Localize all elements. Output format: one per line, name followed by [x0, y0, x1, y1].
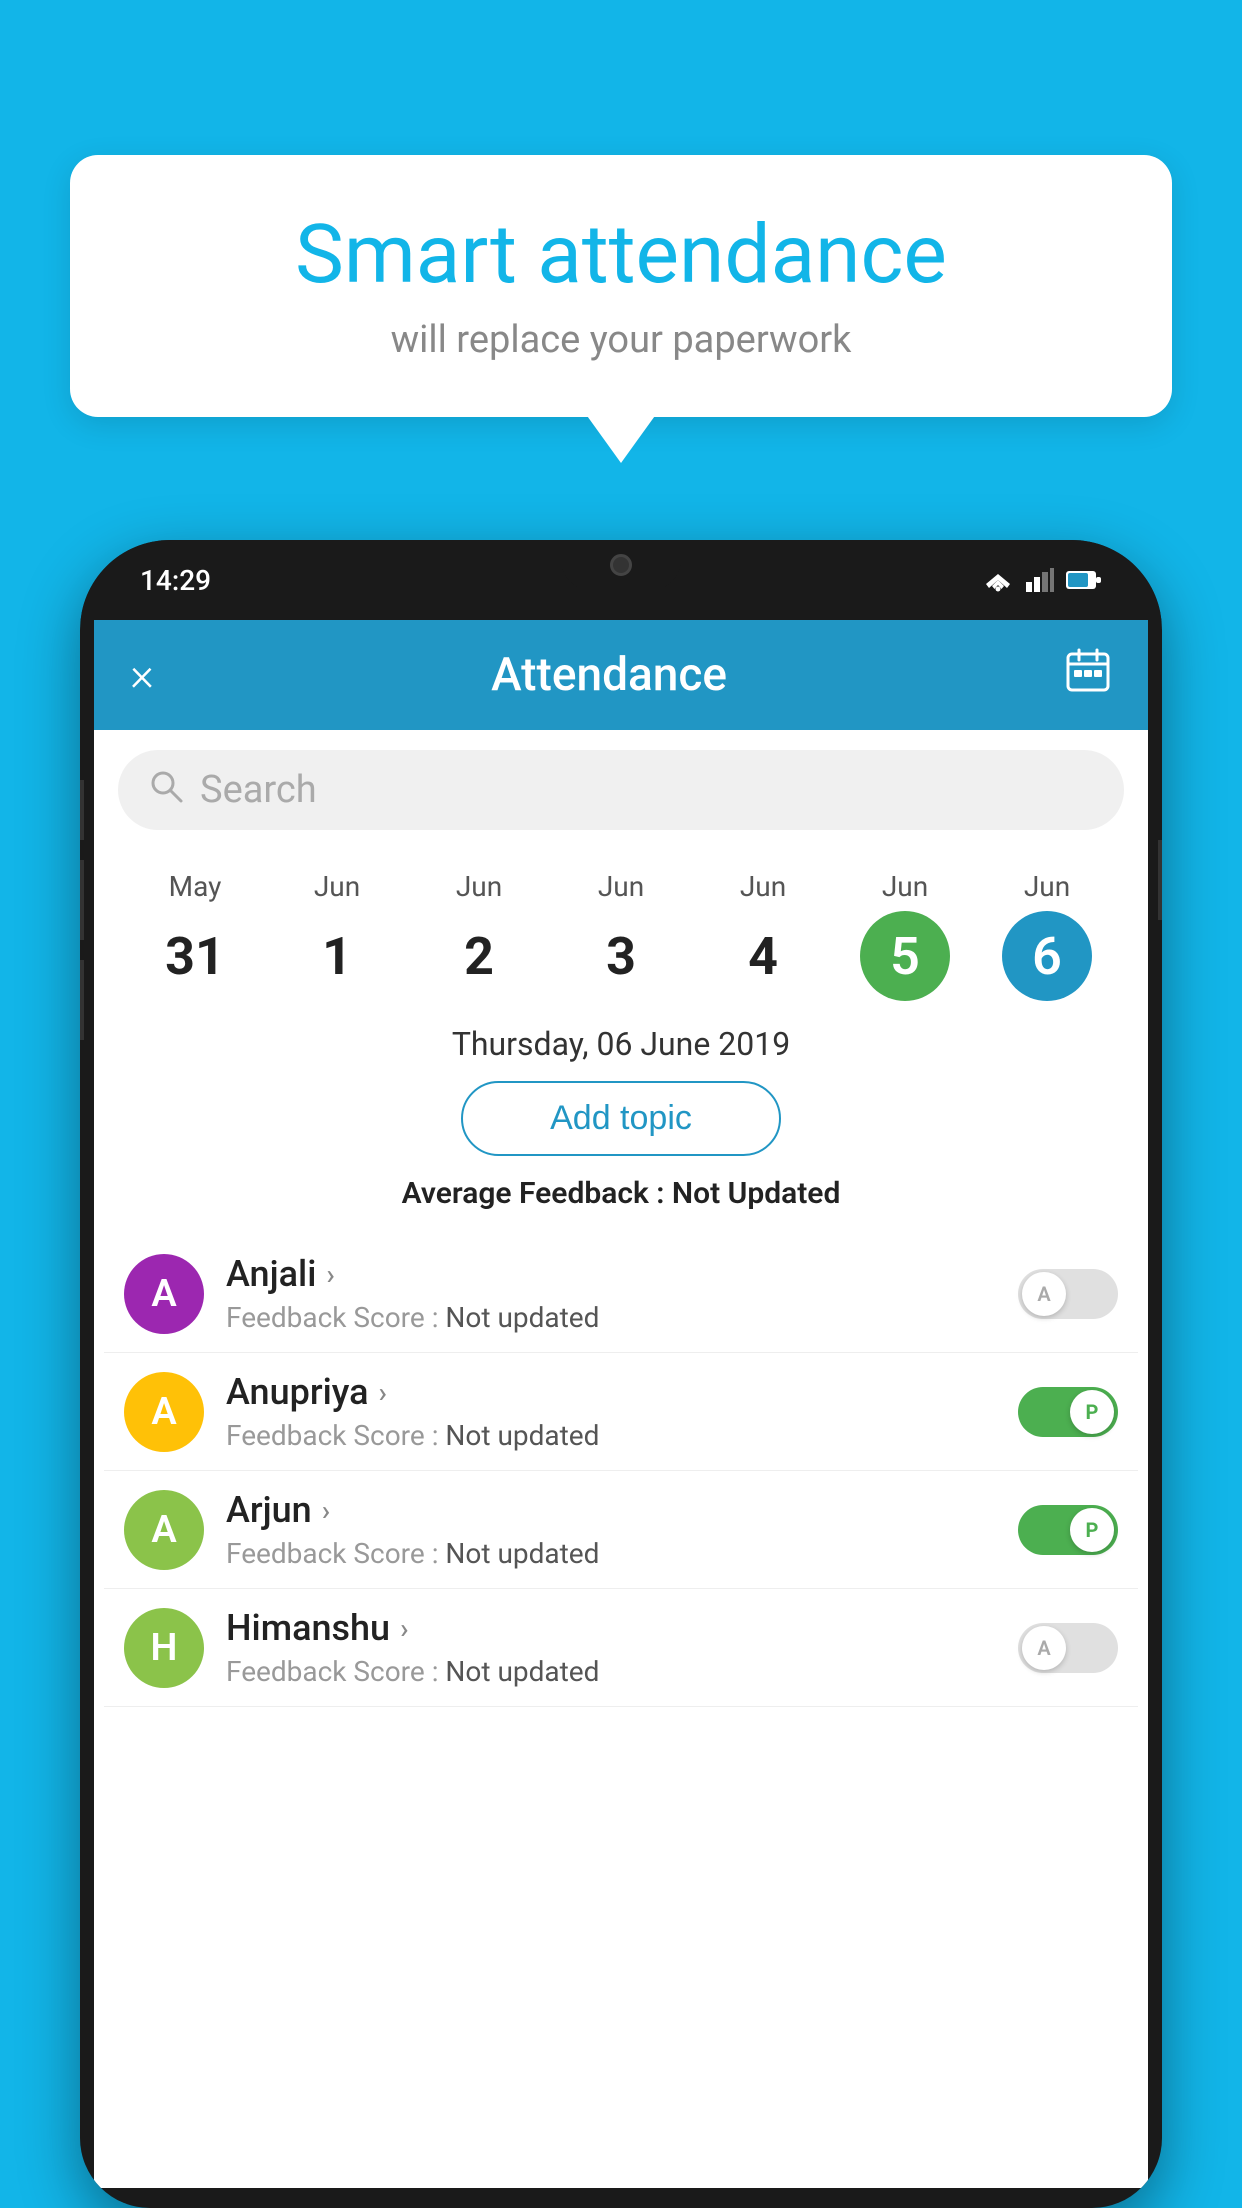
toggle-switch[interactable]: P	[1018, 1505, 1118, 1555]
cal-month-label: Jun	[314, 870, 360, 903]
toggle-knob: A	[1022, 1626, 1066, 1670]
avatar: A	[124, 1254, 204, 1334]
status-bar: 14:29	[80, 540, 1162, 620]
status-icons	[982, 568, 1102, 592]
student-info: Arjun › Feedback Score : Not updated	[226, 1489, 996, 1570]
student-item[interactable]: A Anupriya › Feedback Score : Not updated P	[104, 1353, 1138, 1471]
signal-icon	[1026, 568, 1054, 592]
student-name[interactable]: Anjali ›	[226, 1253, 996, 1295]
average-feedback: Average Feedback : Not Updated	[94, 1176, 1148, 1211]
speech-bubble: Smart attendance will replace your paper…	[70, 155, 1172, 417]
phone-screen: × Attendance	[94, 620, 1148, 2188]
student-list: AAnjali ›Feedback Score : Not updatedAAA…	[94, 1235, 1148, 1707]
cal-month-label: Jun	[598, 870, 644, 903]
bubble-subtitle: will replace your paperwork	[130, 318, 1112, 362]
student-info: Himanshu › Feedback Score : Not updated	[226, 1607, 996, 1688]
student-feedback: Feedback Score : Not updated	[226, 1655, 996, 1688]
header-title: Attendance	[491, 648, 727, 702]
toggle-knob: P	[1070, 1390, 1114, 1434]
add-topic-button[interactable]: Add topic	[461, 1081, 781, 1156]
calendar-day-item[interactable]: Jun 5	[834, 870, 976, 1001]
chevron-right-icon: ›	[400, 1612, 408, 1645]
attendance-toggle[interactable]: P	[1018, 1505, 1118, 1555]
cal-month-label: May	[169, 870, 222, 903]
cal-month-label: Jun	[1024, 870, 1070, 903]
student-name[interactable]: Anupriya ›	[226, 1371, 996, 1413]
cal-day-number: 3	[576, 911, 666, 1001]
student-item[interactable]: A Anjali › Feedback Score : Not updated A	[104, 1235, 1138, 1353]
search-icon	[148, 768, 184, 813]
volume-down-button[interactable]	[80, 960, 84, 1040]
attendance-toggle[interactable]: A	[1018, 1269, 1118, 1319]
bubble-title: Smart attendance	[130, 210, 1112, 300]
cal-day-number: 2	[434, 911, 524, 1001]
cal-day-number: 4	[718, 911, 808, 1001]
chevron-right-icon: ›	[379, 1376, 387, 1409]
avatar: A	[124, 1490, 204, 1570]
calendar-day-item[interactable]: Jun 3	[550, 870, 692, 1001]
front-camera	[610, 554, 632, 576]
toggle-switch[interactable]: A	[1018, 1269, 1118, 1319]
chevron-right-icon: ›	[326, 1258, 334, 1291]
avatar: A	[124, 1372, 204, 1452]
avg-feedback-value: Not Updated	[672, 1176, 840, 1211]
calendar-day-item[interactable]: Jun 1	[266, 870, 408, 1001]
calendar-day-item[interactable]: Jun 2	[408, 870, 550, 1001]
calendar-strip: May 31 Jun 1 Jun 2 Jun 3 Jun 4 Jun 5 Jun 6	[94, 850, 1148, 1011]
student-item[interactable]: A Arjun › Feedback Score : Not updated P	[104, 1471, 1138, 1589]
phone-frame: 14:29	[80, 540, 1162, 2208]
toggle-knob: A	[1022, 1272, 1066, 1316]
student-info: Anupriya › Feedback Score : Not updated	[226, 1371, 996, 1452]
volume-up-button[interactable]	[80, 860, 84, 940]
app-header: × Attendance	[94, 620, 1148, 730]
attendance-toggle[interactable]: P	[1018, 1387, 1118, 1437]
wifi-icon	[982, 568, 1014, 592]
mute-button[interactable]	[80, 780, 84, 840]
cal-day-number: 5	[860, 911, 950, 1001]
chevron-right-icon: ›	[322, 1494, 330, 1527]
attendance-toggle[interactable]: A	[1018, 1623, 1118, 1673]
calendar-icon[interactable]	[1064, 646, 1112, 704]
search-bar[interactable]: Search	[118, 750, 1124, 830]
student-name[interactable]: Himanshu ›	[226, 1607, 996, 1649]
search-input[interactable]: Search	[200, 768, 317, 812]
calendar-day-item[interactable]: Jun 6	[976, 870, 1118, 1001]
cal-day-number: 1	[292, 911, 382, 1001]
cal-day-number: 31	[150, 911, 240, 1001]
toggle-switch[interactable]: A	[1018, 1623, 1118, 1673]
avatar: H	[124, 1608, 204, 1688]
avg-feedback-label: Average Feedback :	[402, 1176, 672, 1211]
toggle-knob: P	[1070, 1508, 1114, 1552]
student-info: Anjali › Feedback Score : Not updated	[226, 1253, 996, 1334]
cal-month-label: Jun	[456, 870, 502, 903]
student-item[interactable]: H Himanshu › Feedback Score : Not updated A	[104, 1589, 1138, 1707]
selected-date: Thursday, 06 June 2019	[94, 1025, 1148, 1063]
cal-day-number: 6	[1002, 911, 1092, 1001]
status-time: 14:29	[140, 564, 211, 597]
calendar-day-item[interactable]: Jun 4	[692, 870, 834, 1001]
student-feedback: Feedback Score : Not updated	[226, 1419, 996, 1452]
student-feedback: Feedback Score : Not updated	[226, 1537, 996, 1570]
calendar-day-item[interactable]: May 31	[124, 870, 266, 1001]
student-name[interactable]: Arjun ›	[226, 1489, 996, 1531]
toggle-switch[interactable]: P	[1018, 1387, 1118, 1437]
close-button[interactable]: ×	[130, 648, 154, 702]
cal-month-label: Jun	[740, 870, 786, 903]
cal-month-label: Jun	[882, 870, 928, 903]
phone-notch	[561, 540, 681, 590]
battery-icon	[1066, 568, 1102, 592]
student-feedback: Feedback Score : Not updated	[226, 1301, 996, 1334]
power-button[interactable]	[1158, 840, 1162, 920]
